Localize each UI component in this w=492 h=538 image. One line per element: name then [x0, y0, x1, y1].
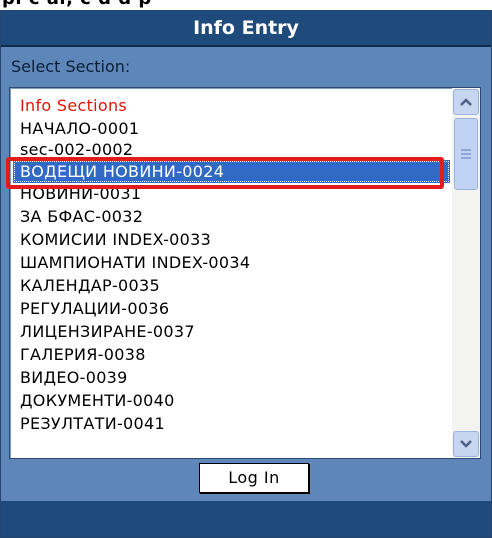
- list-header-item[interactable]: Info Sections: [20, 94, 127, 117]
- scroll-thumb[interactable]: [454, 118, 478, 190]
- select-section-label: Select Section:: [11, 57, 131, 76]
- scroll-down-button[interactable]: [453, 431, 479, 457]
- panel-footer-bar: [1, 501, 491, 537]
- panel-title: Info Entry: [1, 11, 491, 47]
- list-item[interactable]: ШАМПИОНАТИ INDEX-0034: [20, 251, 250, 274]
- thumb-grip-line: [461, 149, 471, 151]
- list-item[interactable]: ВИДЕО-0039: [20, 366, 128, 389]
- list-item[interactable]: РЕГУЛАЦИИ-0036: [20, 297, 169, 320]
- section-listbox[interactable]: Info Sections НАЧАЛО-0001 sec-002-0002 В…: [9, 87, 481, 459]
- listbox-items-area: Info Sections НАЧАЛО-0001 sec-002-0002 В…: [10, 88, 450, 458]
- selection-highlight-frame: [6, 157, 444, 189]
- top-cropped-text: pi c al, c d d p: [2, 0, 152, 9]
- chevron-down-icon: [460, 440, 472, 448]
- top-cropped-strip: pi c al, c d d p: [0, 0, 492, 9]
- list-item[interactable]: ДОКУМЕНТИ-0040: [20, 389, 175, 412]
- scroll-up-button[interactable]: [453, 89, 479, 115]
- chevron-up-icon: [460, 98, 472, 106]
- login-button[interactable]: Log In: [199, 463, 309, 493]
- list-item[interactable]: КАЛЕНДАР-0035: [20, 274, 160, 297]
- list-item[interactable]: ЗА БФАС-0032: [20, 205, 143, 228]
- list-item[interactable]: ЛИЦЕНЗИРАНЕ-0037: [20, 320, 195, 343]
- list-item[interactable]: РЕЗУЛТАТИ-0041: [20, 412, 165, 435]
- list-item[interactable]: КОМИСИИ INDEX-0033: [20, 228, 211, 251]
- list-item[interactable]: НАЧАЛО-0001: [20, 117, 139, 140]
- info-entry-panel: Info Entry Select Section: Info Sections…: [0, 10, 492, 538]
- thumb-grip-line: [461, 157, 471, 159]
- listbox-scrollbar[interactable]: [452, 88, 480, 458]
- thumb-grip-line: [461, 153, 471, 155]
- list-item[interactable]: ГАЛЕРИЯ-0038: [20, 343, 146, 366]
